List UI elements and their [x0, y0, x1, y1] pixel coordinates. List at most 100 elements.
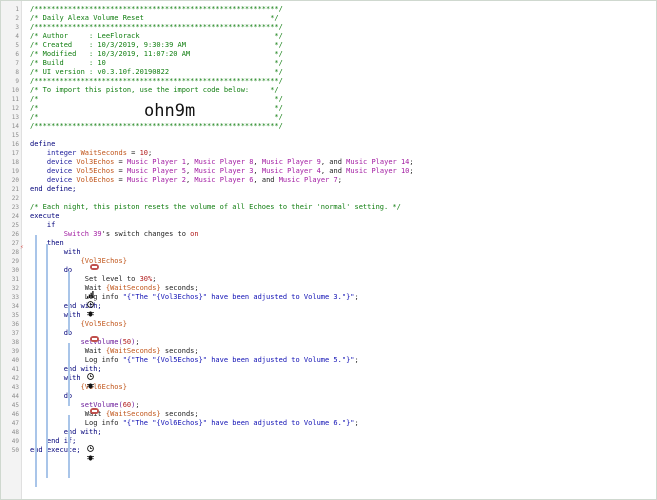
line-number: 14	[11, 123, 19, 130]
code-token: , and	[253, 176, 279, 184]
code-token: WaitSeconds	[80, 149, 127, 157]
code-token: {Vol6Echos}	[30, 383, 127, 391]
code-token: execute	[30, 212, 60, 220]
code-token: /* Modified : 10/3/2019, 11:07:20 AM */	[30, 50, 283, 58]
line-number: 17	[11, 150, 19, 157]
code-line: 50 end execute;	[1, 446, 656, 455]
code-token: Music Player 1	[126, 158, 186, 166]
line-number: 27	[11, 240, 19, 247]
piston-code-view: 1 /**************************************…	[0, 0, 657, 500]
line-number: 3	[15, 24, 19, 31]
code-text: Wait {WaitSeconds} seconds;	[30, 410, 199, 419]
code-token: "{"The "{Vol5Echos}" have been adjusted …	[122, 356, 355, 364]
code-line: 37 do	[1, 329, 656, 338]
code-token: /* Build : 10 */	[30, 59, 283, 67]
line-number: 49	[11, 438, 19, 445]
line-number: 21	[11, 186, 19, 193]
code-line: 26 Switch 39's switch changes to on	[1, 230, 656, 239]
code-line: 18 device Vol3Echos = Music Player 1, Mu…	[1, 158, 656, 167]
line-number: 4	[15, 33, 19, 40]
code-token: define	[30, 140, 56, 148]
code-token: 10	[139, 149, 149, 157]
code-line: 15	[1, 131, 656, 140]
code-token: {Vol5Echos}	[30, 320, 127, 328]
code-line: 43 {Vol6Echos}	[1, 383, 656, 392]
with-mode-badge-2[interactable]	[90, 336, 99, 342]
line-number: 2	[15, 15, 19, 22]
code-token: , and	[320, 158, 347, 166]
line-number: 43	[11, 384, 19, 391]
code-token: Music Player 14	[346, 158, 410, 166]
code-text: define	[30, 140, 55, 149]
code-token: Vol5Echos	[76, 167, 115, 175]
code-line: 2 /* Daily Alexa Volume Reset */	[1, 14, 656, 23]
code-line: 34 end with;	[1, 302, 656, 311]
code-token: =	[114, 176, 127, 184]
code-line: 16 define	[1, 140, 656, 149]
line-number: 35	[11, 312, 19, 319]
code-token: Log info	[30, 293, 123, 301]
line-number: 12	[11, 105, 19, 112]
code-text: device Vol5Echos = Music Player 5, Music…	[30, 167, 414, 176]
bug-icon	[87, 383, 94, 389]
with-guide-3	[68, 415, 70, 478]
code-line: 40 Log info "{"The "{Vol5Echos}" have be…	[1, 356, 656, 365]
code-line: 19 device Vol5Echos = Music Player 5, Mu…	[1, 167, 656, 176]
code-token: if	[30, 221, 56, 229]
code-token: /***************************************…	[30, 23, 283, 31]
code-text: device Vol3Echos = Music Player 1, Music…	[30, 158, 414, 167]
line-number: 41	[11, 366, 19, 373]
line-number: 20	[11, 177, 19, 184]
code-line: 32 Wait {WaitSeconds} seconds;	[1, 284, 656, 293]
code-line: 35 with	[1, 311, 656, 320]
code-token: seconds;	[160, 410, 199, 418]
code-token: {Vol3Echos}	[30, 257, 127, 265]
with-guide-1	[68, 271, 70, 334]
import-code: ohn9m	[144, 101, 196, 121]
line-number: 6	[15, 51, 19, 58]
code-token: device	[30, 176, 77, 184]
code-line: 28 with	[1, 248, 656, 257]
code-token: /* Author : LeeFlorack */	[30, 32, 283, 40]
code-line: 23 /* Each night, this piston resets the …	[1, 203, 656, 212]
code-token: Music Player 6	[194, 176, 254, 184]
code-token: with	[30, 374, 85, 382]
code-text: /***************************************…	[30, 77, 283, 86]
with-mode-badge-3[interactable]	[90, 408, 99, 414]
code-text: end with;	[30, 428, 102, 437]
code-line: 1 /**************************************…	[1, 5, 656, 14]
line-number: 46	[11, 411, 19, 418]
code-token: on	[190, 230, 199, 238]
code-token: "{"The "{Vol6Echos}" have been adjusted …	[122, 419, 355, 427]
code-token: 50	[122, 338, 132, 346]
code-token: Music Player 2	[126, 176, 186, 184]
code-token: , and	[320, 167, 347, 175]
line-number: 23	[11, 204, 19, 211]
code-line: 17 integer WaitSeconds = 10;	[1, 149, 656, 158]
line-number: 26	[11, 231, 19, 238]
line-number: 13	[11, 114, 19, 121]
code-token: setVolume(	[30, 338, 123, 346]
code-token: Vol6Echos	[76, 176, 115, 184]
code-text: integer WaitSeconds = 10;	[30, 149, 152, 158]
code-token: Log info	[30, 356, 123, 364]
code-token: /* Created : 10/3/2019, 9:30:39 AM */	[30, 41, 283, 49]
code-line: 12/* */	[1, 104, 656, 113]
code-token: 30%	[139, 275, 153, 283]
code-text: device Vol6Echos = Music Player 2, Music…	[30, 176, 342, 185]
code-line: 42 with	[1, 374, 656, 383]
line-number: 48	[11, 429, 19, 436]
code-text: /* Created : 10/3/2019, 9:30:39 AM */	[30, 41, 283, 50]
code-line: 33 Log info "{"The "{Vol3Echos}" have be…	[1, 293, 656, 302]
code-token: /***************************************…	[30, 5, 283, 13]
code-text: /* Each night, this piston resets the vo…	[30, 203, 401, 212]
clock-icon	[87, 373, 94, 380]
code-token: end with;	[30, 428, 102, 436]
code-token: =	[114, 158, 127, 166]
code-text: execute	[30, 212, 60, 221]
code-text: /***************************************…	[30, 122, 283, 131]
with-mode-badge-1[interactable]	[90, 264, 99, 270]
line-number: 29	[11, 258, 19, 265]
code-line: 7 /* Build : 10 */	[1, 59, 656, 68]
code-line: 36 {Vol5Echos}	[1, 320, 656, 329]
